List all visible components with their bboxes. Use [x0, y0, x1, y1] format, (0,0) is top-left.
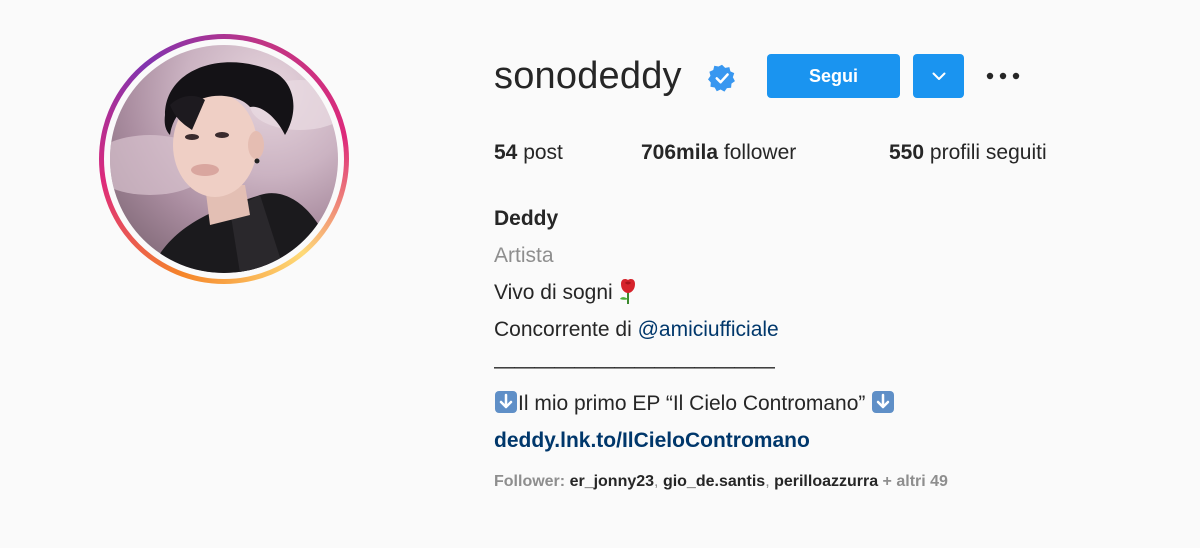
followed-by-separator: , [765, 473, 775, 490]
profile-category: Artista [494, 244, 554, 267]
bio-line-2-text: Concorrente di [494, 318, 638, 341]
followed-by[interactable]: Follower: er_jonny23, gio_de.santis, per… [494, 473, 948, 491]
suggested-dropdown-button[interactable] [913, 54, 964, 98]
story-ring[interactable] [99, 34, 349, 284]
followers-label: follower [723, 141, 797, 164]
bio-external-link[interactable]: deddy.lnk.to/IlCieloContromano [494, 422, 895, 459]
posts-label: post [523, 141, 563, 164]
bio-line-3-text: Il mio primo EP “Il Cielo Contromano” [518, 392, 872, 415]
followed-by-more: + altri 49 [878, 473, 948, 490]
bio-line-2: Concorrente di @amiciufficiale [494, 311, 895, 348]
profile-bio: Deddy Artista Vivo di sogni Concorrente … [494, 200, 895, 459]
followed-by-label: Follower: [494, 473, 570, 490]
followers-stat[interactable]: 706mila follower [641, 140, 796, 166]
bio-line-1: Vivo di sogni [494, 274, 895, 311]
follower-name[interactable]: er_jonny23 [570, 473, 654, 490]
followed-by-separator: , [654, 473, 663, 490]
avatar-portrait [110, 62, 338, 273]
profile-display-name: Deddy [494, 207, 559, 230]
avatar[interactable] [110, 45, 338, 273]
follower-name[interactable]: perilloazzurra [774, 473, 878, 490]
more-options-icon [986, 72, 1020, 80]
follower-name[interactable]: gio_de.santis [663, 473, 765, 490]
down-arrow-emoji-icon [495, 391, 517, 413]
bio-divider: —————————————— [494, 355, 775, 378]
followers-count: 706mila [641, 141, 719, 164]
follow-button[interactable]: Segui [767, 54, 900, 98]
profile-username: sonodeddy [494, 55, 682, 97]
bio-line-1-text: Vivo di sogni [494, 281, 613, 304]
verified-badge-icon [708, 64, 735, 92]
following-count: 550 [889, 141, 925, 164]
down-arrow-emoji-icon [872, 391, 895, 413]
posts-stat: 54 post [494, 140, 563, 166]
following-stat[interactable]: 550 profili seguiti [889, 140, 1047, 166]
following-label: profili seguiti [929, 141, 1047, 164]
rose-emoji-icon [619, 279, 635, 304]
mention-link[interactable]: @amiciufficiale [638, 318, 779, 341]
posts-count: 54 [494, 141, 518, 164]
bio-line-3: Il mio primo EP “Il Cielo Contromano” [494, 385, 895, 422]
chevron-down-icon [932, 72, 945, 80]
more-options-button[interactable] [985, 64, 1021, 88]
